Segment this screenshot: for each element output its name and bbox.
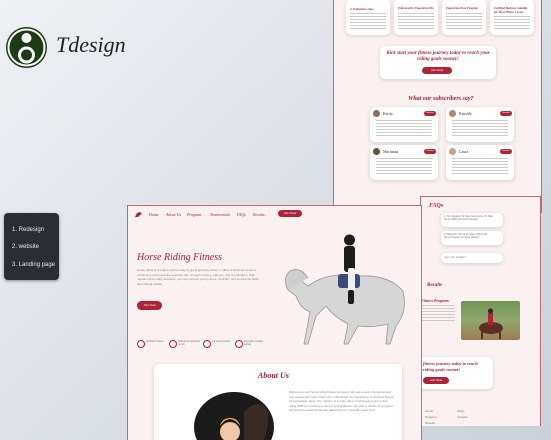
horse-logo-icon [135,212,142,217]
hero-description: Horse riding is a unique and fun way to … [137,268,259,286]
posture-icon [203,340,211,348]
nav-testimonials[interactable]: Testimonials [210,212,230,217]
nav-about[interactable]: About Us [166,212,181,217]
certificate-icon [137,340,145,348]
horseshoe-logo-icon [7,28,46,67]
user-icon [169,340,177,348]
horse-rider-icon [479,308,503,339]
results-heading: Results [427,283,443,288]
cta-card: Kick start your fitness journey today to… [380,46,496,79]
nav-faqs[interactable]: FAQs [237,212,246,217]
footer-link[interactable]: Program [425,415,437,419]
avatar [449,148,456,155]
footer-link[interactable]: Results [425,421,435,425]
hero-join-button[interactable]: Join Now [137,301,162,310]
landing-page-hero-section: Home About Us Program Testimonials FAQs … [127,205,422,440]
project-menu: 1. Redesign 2. website 3. Landing page [4,213,59,280]
testimonial-card: Laura Member [446,145,514,180]
results-subtitle: Fitness Program [421,298,449,303]
menu-item-landing-page[interactable]: 3. Landing page [12,262,55,268]
hero-title: Horse Riding Fitness [137,252,222,263]
testimonial-card: Kristy Member [370,107,438,142]
rider-portrait-icon [220,404,269,440]
faq-item[interactable]: Can I Join A Class? [441,253,503,263]
program-card[interactable]: Enhanced by Equestrian Pro [394,0,438,35]
testimonial-card: Marianna Member [370,145,438,180]
avatar [449,110,456,117]
landing-page-top-section: 4. Endurance class Enhanced by Equestria… [333,0,542,213]
about-description: Welcome to our horse riding fitness comp… [289,390,394,412]
tdesign-logo [6,27,47,68]
program-card[interactable]: 4. Endurance class [346,0,390,35]
brand-name: Tdesign [56,32,126,57]
nav-home[interactable]: Home [149,212,159,217]
nav-program[interactable]: Program [187,212,201,217]
testimonial-card: Kassidy Member [446,107,514,142]
horse-rider-illustration-icon [285,234,405,345]
landing-page-bottom-section: FAQs 1. Do I Require To Have Experience … [420,196,541,426]
avatar [373,110,380,117]
footer-link[interactable]: Home [425,409,433,413]
faq-item[interactable]: 1. Do I Require To Have Experience To St… [441,213,503,227]
nav-results[interactable]: Results [253,212,265,217]
footer-link[interactable]: Careers [457,415,468,419]
program-card[interactable]: Equestrian Pose Program [442,0,486,35]
cta-card: fitness journey today to reach riding go… [421,357,493,389]
join-now-button[interactable]: Join Now [423,377,449,384]
subscribers-heading: What our subscribers say? [408,96,474,102]
join-now-button[interactable]: Join Now [422,67,452,74]
results-photo [461,301,520,340]
faq-item[interactable]: 2. What Are The Of Program Offers We Hav… [441,231,503,245]
outdoor-icon [235,340,243,348]
menu-item-website[interactable]: 2. website [12,244,39,250]
about-card: About Us Welcome to our horse riding fit… [154,364,402,440]
program-card[interactable]: Certified Business Suitable for Most Fit… [490,0,534,35]
avatar [373,148,380,155]
menu-item-redesign[interactable]: 1. Redesign [12,227,44,233]
feature-badges: Certified trainers Tailored to individua… [137,337,267,353]
faqs-heading: FAQs [429,203,444,209]
footer-link[interactable]: FAQs [457,409,465,413]
about-photo [194,392,274,440]
about-heading: About Us [258,371,289,380]
